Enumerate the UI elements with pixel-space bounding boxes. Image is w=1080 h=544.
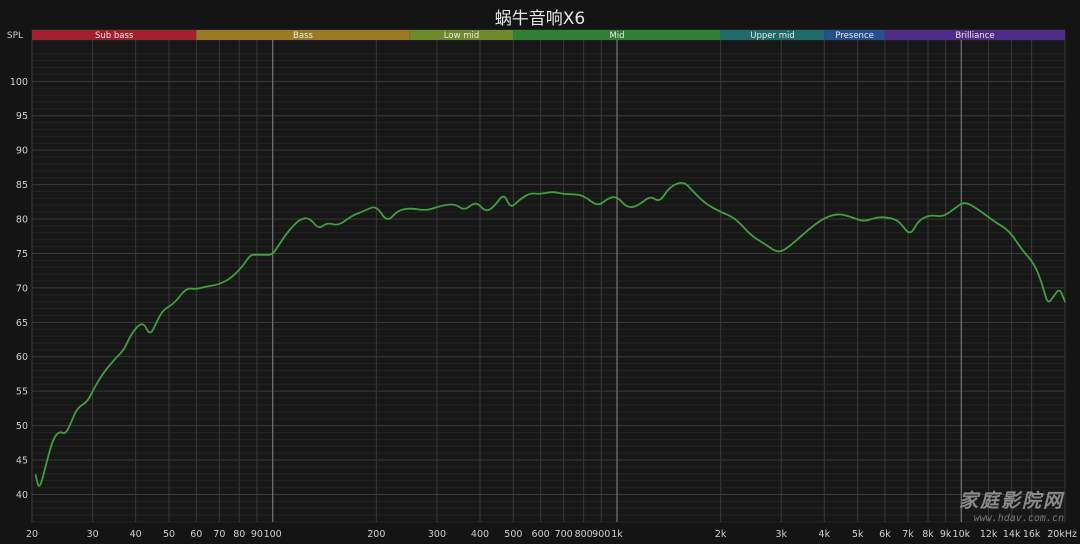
x-tick-label: 9k: [940, 529, 952, 540]
x-tick-label: 900: [592, 529, 610, 540]
x-tick-label: 7k: [902, 529, 914, 540]
watermark-logo: 家庭影院网 www.hdav.com.cn: [959, 486, 1064, 524]
x-tick-label: 4k: [819, 529, 831, 540]
x-tick-label: 90: [251, 529, 263, 540]
watermark-main-text: 家庭影院网: [958, 490, 1064, 512]
x-tick-label: 80: [233, 529, 245, 540]
x-tick-label: 14k: [1003, 529, 1021, 540]
x-tick-label: 300: [428, 529, 446, 540]
y-tick-label: 55: [16, 387, 28, 398]
x-tick-label: 2k: [715, 529, 727, 540]
x-tick-label: 60: [190, 529, 202, 540]
y-tick-label: 80: [16, 215, 28, 226]
x-tick-label: 40: [130, 529, 142, 540]
watermark-sub-text: www.hdav.com.cn: [973, 513, 1064, 524]
band-label: Low mid: [444, 31, 479, 41]
x-tick-label: 16k: [1023, 529, 1041, 540]
x-tick-label: 50: [163, 529, 175, 540]
band-label: Presence: [835, 31, 873, 41]
x-tick-label: 10k: [953, 529, 971, 540]
x-tick-label: 1k: [611, 529, 623, 540]
x-tick-label: 800: [575, 529, 593, 540]
x-tick-label: 3k: [776, 529, 788, 540]
x-tick-label: 500: [504, 529, 522, 540]
x-tick-label: 5k: [852, 529, 864, 540]
y-tick-label: 70: [16, 283, 28, 294]
y-tick-label: 65: [16, 318, 28, 329]
y-tick-label: 90: [16, 146, 28, 157]
y-axis: SPL 40 45 50 55 60 65 70 75 80 85 90 95 100: [7, 31, 28, 501]
y-axis-label: SPL: [7, 31, 23, 41]
y-tick-label: 100: [10, 77, 28, 88]
x-axis: 20 30 40 50 60 70 80 90 100 200 300 400 500 600 700 800…: [26, 529, 1077, 540]
y-tick-label: 40: [16, 490, 28, 501]
x-tick-label: 100: [264, 529, 282, 540]
plot-area: [31, 29, 1066, 523]
band-label: Sub bass: [95, 31, 134, 41]
band-label: Upper mid: [750, 31, 794, 41]
y-tick-label: 45: [16, 456, 28, 467]
x-tick-label: 20: [26, 529, 38, 540]
x-tick-label: 700: [555, 529, 573, 540]
x-tick-label: 6k: [879, 529, 891, 540]
y-tick-label: 60: [16, 352, 28, 363]
x-tick-label: 600: [532, 529, 550, 540]
y-tick-label: 50: [16, 421, 28, 432]
band-label: Bass: [293, 31, 313, 41]
y-tick-label: 75: [16, 249, 28, 260]
x-tick-label: 20kHz: [1047, 529, 1077, 540]
x-tick-label: 70: [213, 529, 225, 540]
frequency-response-chart: Sub bass Bass Low mid Mid Upper mid Presence B…: [7, 29, 1077, 540]
x-tick-label: 200: [367, 529, 385, 540]
x-tick-label: 12k: [980, 529, 998, 540]
band-label: Brilliance: [955, 31, 994, 41]
x-tick-label: 400: [471, 529, 489, 540]
y-tick-label: 85: [16, 180, 28, 191]
frequency-band-bar: Sub bass Bass Low mid Mid Upper mid Presence B…: [32, 30, 1065, 41]
y-tick-label: 95: [16, 111, 28, 122]
band-label: Mid: [609, 31, 624, 41]
x-tick-label: 30: [87, 529, 99, 540]
x-tick-label: 8k: [922, 529, 934, 540]
